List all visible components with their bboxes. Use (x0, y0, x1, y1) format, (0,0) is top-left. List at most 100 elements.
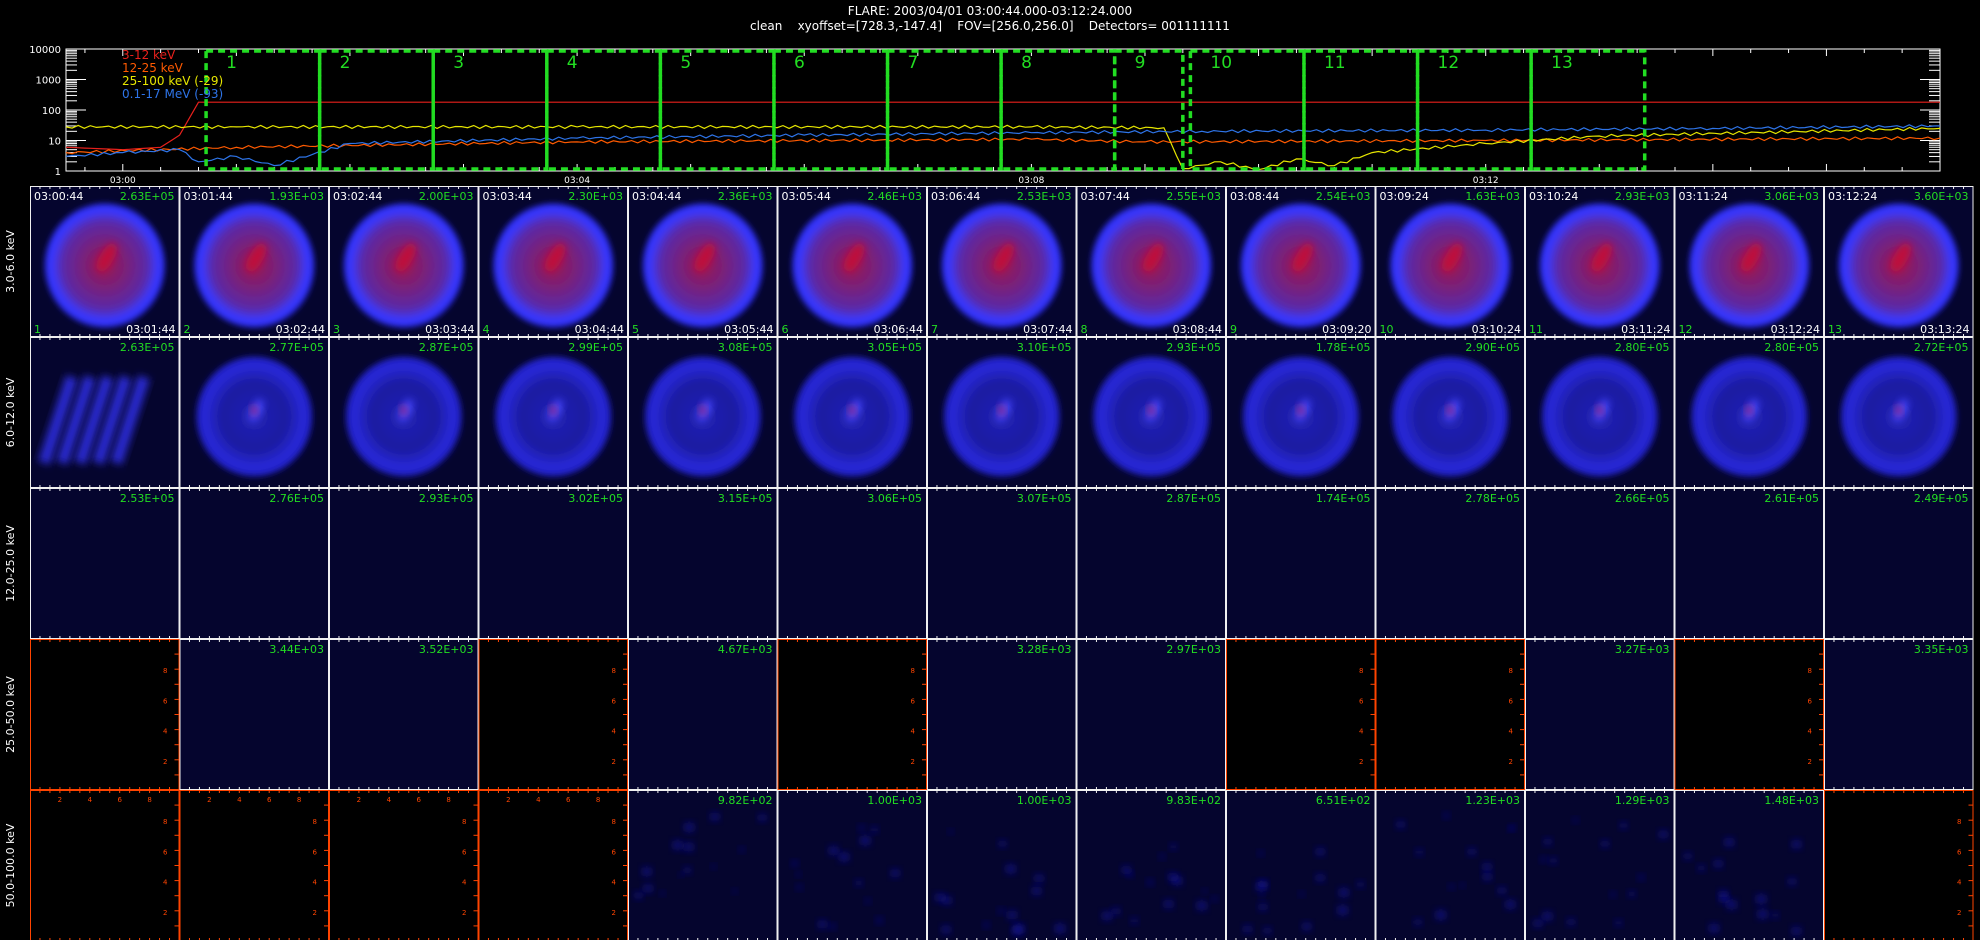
energy-band-label: 25.0-50.0 keV (4, 676, 17, 753)
start-time-label: 03:06:44 (931, 190, 980, 203)
noise-blob (791, 860, 798, 867)
panel-background (1525, 488, 1675, 639)
interval-index-label: 13 (1828, 323, 1842, 336)
noise-blob (941, 925, 951, 934)
max-value-label: 2.99E+05 (568, 341, 623, 354)
flare-core (998, 405, 1005, 416)
energy-band-label: 3.0-6.0 keV (4, 230, 17, 293)
end-time-label: 03:06:44 (874, 323, 923, 336)
axis-tick-label: 4 (612, 728, 617, 736)
noise-blob (1316, 873, 1325, 882)
interval-index-label: 5 (632, 323, 639, 336)
axis-tick-label: 8 (297, 796, 301, 804)
panel-background (478, 639, 628, 790)
noise-blob (1567, 918, 1575, 926)
interval-box (1112, 49, 1185, 171)
noise-blob (1726, 899, 1737, 910)
panel-background (927, 639, 1077, 790)
lightcurve-plot: 10000100010010103:00 03:04 03:08 03:12 1234… (29, 45, 1941, 186)
noise-blob (1259, 880, 1268, 888)
panel-background (478, 488, 628, 639)
interval-index-label: 2 (184, 323, 191, 336)
noise-blob (1792, 926, 1801, 936)
noise-blob (710, 812, 720, 822)
x-tick-label: 03:08 (1018, 176, 1044, 186)
noise-blob (758, 813, 767, 822)
panel-background (777, 488, 927, 639)
start-time-label: 03:01:44 (184, 190, 233, 203)
axis-tick-label: 8 (1359, 667, 1363, 675)
noise-blob (871, 826, 878, 833)
image-panel: 6.51E+02 (1226, 790, 1376, 940)
header-title: FLARE: 2003/04/01 03:00:44.000-03:12:24.… (847, 4, 1133, 18)
noise-blob (1122, 865, 1131, 875)
image-panel: 2.53E+03 03:06:44 03:07:44 7 (927, 186, 1077, 337)
image-panel: 2.78E+05 (1375, 488, 1525, 639)
panel-background (1674, 488, 1824, 639)
axis-tick-label: 4 (1359, 728, 1364, 736)
noise-blob (1714, 859, 1723, 868)
axis-tick-label: 4 (536, 796, 541, 804)
noise-blob (796, 872, 801, 877)
interval-label: 10 (1210, 53, 1232, 73)
noise-blob (998, 840, 1007, 848)
max-value-label: 3.05E+05 (867, 341, 922, 354)
panel-background (1375, 639, 1525, 790)
max-value-label: 2.54E+03 (1316, 190, 1371, 203)
start-time-label: 03:05:44 (782, 190, 831, 203)
interval-box (658, 49, 776, 171)
interval-box (431, 49, 549, 171)
max-value-label: 3.06E+03 (1764, 190, 1819, 203)
noise-blob (1168, 872, 1177, 882)
image-panel: 2 4 6 8 (1375, 639, 1525, 790)
noise-blob (983, 922, 990, 928)
max-value-label: 1.74E+05 (1316, 492, 1371, 505)
noise-blob (1483, 872, 1492, 881)
axis-tick-label: 4 (163, 879, 168, 887)
lightcurve-series (65, 101, 1941, 171)
interval-box (1302, 49, 1420, 171)
image-panel: 2 4 6 8 (478, 639, 628, 790)
axis-tick-label: 4 (1957, 879, 1962, 887)
axis-tick-label: 2 (1359, 758, 1363, 766)
noise-blob (828, 845, 839, 856)
max-value-label: 2.97E+03 (1166, 643, 1221, 656)
image-panel: 2.77E+05 (179, 337, 329, 488)
y-tick-label: 1 (55, 167, 61, 178)
image-panel: 3.06E+03 03:11:24 03:12:24 12 (1674, 186, 1824, 337)
panel-background (478, 790, 628, 940)
interval-label: 12 (1438, 53, 1460, 73)
max-value-label: 2.55E+03 (1166, 190, 1221, 203)
image-panel: 2 4 6 8 (1824, 790, 1974, 940)
image-panel: 2.87E+05 (1076, 488, 1226, 639)
image-panel: 1.29E+03 (1525, 790, 1675, 940)
interval-box (1529, 49, 1647, 171)
noise-blob (1659, 830, 1668, 839)
noise-blob (1757, 909, 1768, 920)
end-time-label: 03:04:44 (575, 323, 624, 336)
panel-background (1226, 639, 1376, 790)
end-time-label: 03:03:44 (425, 323, 474, 336)
image-panel: 3.06E+05 (777, 488, 927, 639)
panel-background (1375, 488, 1525, 639)
noise-blob (1510, 824, 1516, 831)
noise-blob (1259, 903, 1267, 911)
start-time-label: 03:09:24 (1380, 190, 1429, 203)
noise-blob (739, 847, 745, 853)
panel-background (1674, 639, 1824, 790)
noise-blob (1007, 910, 1017, 920)
image-panel: 2 4 6 8 (1226, 639, 1376, 790)
flare-core (849, 405, 856, 416)
panel-background (1824, 488, 1974, 639)
start-time-label: 03:02:44 (333, 190, 382, 203)
noise-blob (876, 917, 883, 924)
y-tick-label: 10 (48, 137, 61, 148)
panel-background (30, 790, 180, 940)
x-tick-label: 03:12 (1473, 176, 1499, 186)
interval-box (317, 49, 435, 171)
max-value-label: 2.46E+03 (867, 190, 922, 203)
noise-blob (1054, 923, 1065, 934)
interval-box (545, 49, 663, 171)
flare-core (1746, 405, 1753, 416)
max-value-label: 2.78E+05 (1465, 492, 1520, 505)
